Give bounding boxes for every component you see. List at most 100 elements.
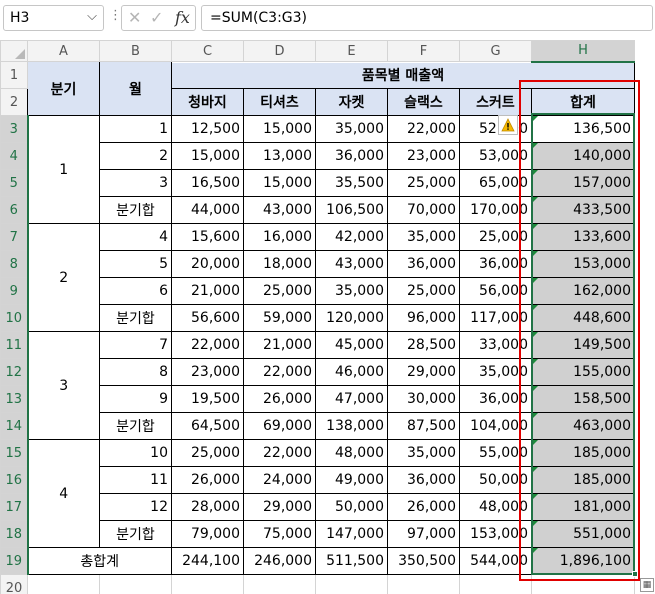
value-cell[interactable]: 35,000	[387, 223, 460, 251]
value-cell[interactable]: 21,000	[243, 331, 316, 359]
row-header[interactable]: 2	[0, 88, 28, 116]
value-cell[interactable]: 246,000	[243, 547, 316, 575]
value-cell[interactable]: 15,000	[243, 169, 316, 197]
subtotal-label-cell[interactable]: 분기합	[99, 196, 172, 224]
quick-analysis-icon[interactable]: ▦	[640, 578, 654, 592]
empty-cell[interactable]	[531, 574, 635, 594]
value-cell[interactable]: 56,000	[459, 277, 532, 305]
value-cell[interactable]: 15,000	[171, 142, 244, 170]
name-box[interactable]: H3 ⌵	[3, 5, 104, 31]
value-cell[interactable]: 79,000	[171, 520, 244, 548]
total-cell[interactable]: 149,500	[531, 331, 635, 359]
total-cell[interactable]: 133,600	[531, 223, 635, 251]
row-header[interactable]: 18	[0, 520, 29, 548]
month-cell[interactable]: 1	[99, 115, 172, 143]
value-cell[interactable]: 42,000	[315, 223, 388, 251]
active-total-cell[interactable]: 136,500	[531, 115, 635, 143]
value-cell[interactable]: 120,000	[315, 304, 388, 332]
value-cell[interactable]: 18,000	[243, 250, 316, 278]
empty-cell[interactable]	[315, 574, 388, 594]
total-cell[interactable]: 448,600	[531, 304, 635, 332]
value-cell[interactable]: 44,000	[171, 196, 244, 224]
value-cell[interactable]: 244,100	[171, 547, 244, 575]
total-cell[interactable]: 185,000	[531, 439, 635, 467]
item-header[interactable]: 티셔츠	[243, 88, 316, 116]
empty-cell[interactable]	[459, 574, 532, 594]
value-cell[interactable]: 12,500	[171, 115, 244, 143]
total-cell[interactable]: 463,000	[531, 412, 635, 440]
value-cell[interactable]: 147,000	[315, 520, 388, 548]
value-cell[interactable]: 36,000	[459, 385, 532, 413]
total-cell[interactable]: 153,000	[531, 250, 635, 278]
value-cell[interactable]: 16,500	[171, 169, 244, 197]
value-cell[interactable]: 56,600	[171, 304, 244, 332]
value-cell[interactable]: 15,000	[243, 115, 316, 143]
value-cell[interactable]: 26,000	[243, 385, 316, 413]
column-header[interactable]: D	[243, 40, 316, 62]
value-cell[interactable]: 25,000	[387, 169, 460, 197]
value-cell[interactable]: 97,000	[387, 520, 460, 548]
row-header[interactable]: 14	[0, 412, 29, 440]
empty-cell[interactable]	[99, 574, 172, 594]
chevron-down-icon[interactable]: ⌵	[87, 9, 97, 24]
value-cell[interactable]: 49,000	[315, 466, 388, 494]
value-cell[interactable]: 50,000	[459, 466, 532, 494]
item-header[interactable]: 슬랙스	[387, 88, 460, 116]
month-cell[interactable]: 6	[99, 277, 172, 305]
total-cell[interactable]: 140,000	[531, 142, 635, 170]
subtotal-label-cell[interactable]: 분기합	[99, 412, 172, 440]
value-cell[interactable]: 28,000	[171, 493, 244, 521]
subtotal-label-cell[interactable]: 분기합	[99, 520, 172, 548]
total-cell[interactable]: 185,000	[531, 466, 635, 494]
value-cell[interactable]: 36,000	[387, 250, 460, 278]
total-cell[interactable]: 181,000	[531, 493, 635, 521]
item-header[interactable]: 자켓	[315, 88, 388, 116]
fx-icon[interactable]: fx	[175, 8, 190, 27]
column-header[interactable]: F	[387, 40, 460, 62]
value-cell[interactable]: 52,000	[459, 115, 532, 143]
value-cell[interactable]: 13,000	[243, 142, 316, 170]
row-header[interactable]: 12	[0, 358, 29, 386]
row-header[interactable]: 13	[0, 385, 29, 413]
value-cell[interactable]: 36,000	[315, 142, 388, 170]
value-cell[interactable]: 33,000	[459, 331, 532, 359]
quarter-cell[interactable]: 4	[27, 439, 100, 548]
quarter-cell[interactable]: 2	[27, 223, 100, 332]
value-cell[interactable]: 170,000	[459, 196, 532, 224]
value-cell[interactable]: 350,500	[387, 547, 460, 575]
total-cell[interactable]: 551,000	[531, 520, 635, 548]
value-cell[interactable]: 16,000	[243, 223, 316, 251]
month-cell[interactable]: 3	[99, 169, 172, 197]
empty-cell[interactable]	[171, 574, 244, 594]
value-cell[interactable]: 26,000	[387, 493, 460, 521]
row-header[interactable]: 4	[0, 142, 29, 170]
value-cell[interactable]: 30,000	[387, 385, 460, 413]
value-cell[interactable]: 22,000	[243, 439, 316, 467]
value-cell[interactable]: 35,000	[459, 358, 532, 386]
more-options-icon[interactable]: ⋮	[109, 8, 122, 23]
value-cell[interactable]: 23,000	[387, 142, 460, 170]
total-cell[interactable]: 433,500	[531, 196, 635, 224]
month-cell[interactable]: 5	[99, 250, 172, 278]
value-cell[interactable]: 70,000	[387, 196, 460, 224]
select-all-corner[interactable]	[0, 40, 28, 62]
value-cell[interactable]: 25,000	[243, 277, 316, 305]
value-cell[interactable]: 46,000	[315, 358, 388, 386]
month-cell[interactable]: 11	[99, 466, 172, 494]
value-cell[interactable]: 23,000	[171, 358, 244, 386]
warning-icon[interactable]	[498, 115, 518, 135]
total-cell[interactable]: 157,000	[531, 169, 635, 197]
value-cell[interactable]: 53,000	[459, 142, 532, 170]
quarter-cell[interactable]: 3	[27, 331, 100, 440]
total-cell[interactable]: 162,000	[531, 277, 635, 305]
row-header[interactable]: 16	[0, 466, 29, 494]
value-cell[interactable]: 22,000	[171, 331, 244, 359]
row-header[interactable]: 5	[0, 169, 29, 197]
quarter-cell[interactable]: 1	[27, 115, 100, 224]
value-cell[interactable]: 45,000	[315, 331, 388, 359]
row-header[interactable]: 10	[0, 304, 29, 332]
value-cell[interactable]: 43,000	[315, 250, 388, 278]
month-cell[interactable]: 2	[99, 142, 172, 170]
value-cell[interactable]: 65,000	[459, 169, 532, 197]
subtotal-label-cell[interactable]: 분기합	[99, 304, 172, 332]
